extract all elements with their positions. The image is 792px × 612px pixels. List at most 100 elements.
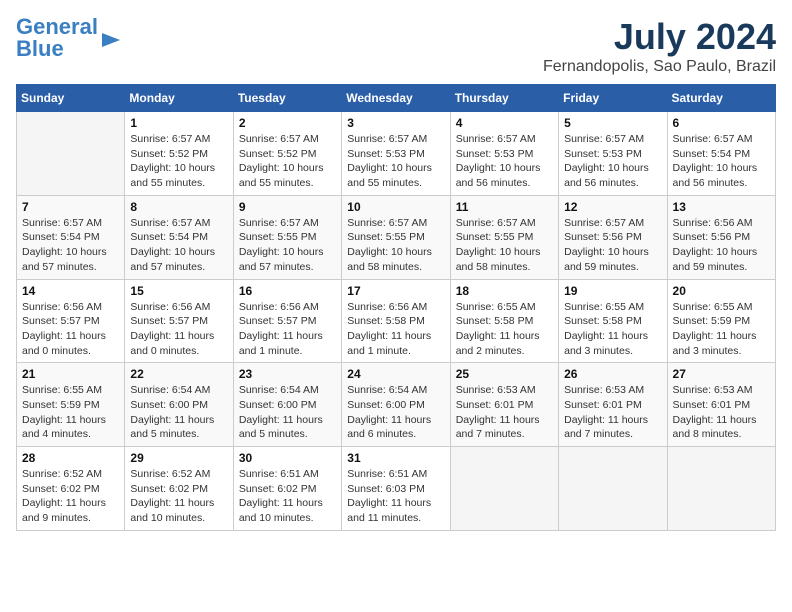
day-number: 17 [347,284,444,298]
day-number: 26 [564,367,661,381]
weekday-header-row: SundayMondayTuesdayWednesdayThursdayFrid… [17,85,776,112]
calendar-cell: 9 Sunrise: 6:57 AM Sunset: 5:55 PM Daylig… [233,195,341,279]
calendar-cell: 16Sunrise: 6:56 AM Sunset: 5:57 PM Dayli… [233,279,341,363]
day-number: 24 [347,367,444,381]
day-number: 25 [456,367,553,381]
day-number: 16 [239,284,336,298]
calendar-cell [667,447,775,531]
weekday-header-thursday: Thursday [450,85,558,112]
day-info: Sunrise: 6:55 AM Sunset: 5:59 PM Dayligh… [673,300,770,359]
day-info: Sunrise: 6:52 AM Sunset: 6:02 PM Dayligh… [22,467,119,526]
calendar-cell: 31 Sunrise: 6:51 AM Sunset: 6:03 PM Dayli… [342,447,450,531]
day-info: Sunrise: 6:55 AM Sunset: 5:58 PM Dayligh… [456,300,553,359]
day-info: Sunrise: 6:56 AM Sunset: 5:57 PM Dayligh… [130,300,227,359]
day-number: 12 [564,200,661,214]
day-info: Sunrise: 6:55 AM Sunset: 5:58 PM Dayligh… [564,300,661,359]
day-info: Sunrise: 6:57 AM Sunset: 5:54 PM Dayligh… [130,216,227,275]
day-number: 1 [130,116,227,130]
calendar-cell: 28 Sunrise: 6:52 AM Sunset: 6:02 PM Dayli… [17,447,125,531]
calendar-cell: 4 Sunrise: 6:57 AM Sunset: 5:53 PM Daylig… [450,112,558,196]
week-row-2: 7 Sunrise: 6:57 AM Sunset: 5:54 PM Daylig… [17,195,776,279]
day-number: 5 [564,116,661,130]
weekday-header-wednesday: Wednesday [342,85,450,112]
day-number: 18 [456,284,553,298]
week-row-1: 1 Sunrise: 6:57 AM Sunset: 5:52 PM Daylig… [17,112,776,196]
calendar-cell: 18 Sunrise: 6:55 AM Sunset: 5:58 PM Dayli… [450,279,558,363]
month-year: July 2024 [543,16,776,58]
calendar-cell: 22Sunrise: 6:54 AM Sunset: 6:00 PM Dayli… [125,363,233,447]
calendar-cell: 15 Sunrise: 6:56 AM Sunset: 5:57 PM Dayli… [125,279,233,363]
weekday-header-sunday: Sunday [17,85,125,112]
weekday-header-friday: Friday [559,85,667,112]
page-header: GeneralBlue July 2024 Fernandopolis, Sao… [16,16,776,76]
calendar-cell: 23 Sunrise: 6:54 AM Sunset: 6:00 PM Dayli… [233,363,341,447]
title-block: July 2024 Fernandopolis, Sao Paulo, Braz… [543,16,776,76]
day-info: Sunrise: 6:51 AM Sunset: 6:02 PM Dayligh… [239,467,336,526]
day-info: Sunrise: 6:51 AM Sunset: 6:03 PM Dayligh… [347,467,444,526]
day-number: 13 [673,200,770,214]
weekday-header-monday: Monday [125,85,233,112]
calendar-cell: 27 Sunrise: 6:53 AM Sunset: 6:01 PM Dayli… [667,363,775,447]
day-info: Sunrise: 6:57 AM Sunset: 5:56 PM Dayligh… [564,216,661,275]
day-info: Sunrise: 6:54 AM Sunset: 6:00 PM Dayligh… [239,383,336,442]
week-row-4: 21Sunrise: 6:55 AM Sunset: 5:59 PM Dayli… [17,363,776,447]
day-number: 27 [673,367,770,381]
week-row-3: 14Sunrise: 6:56 AM Sunset: 5:57 PM Dayli… [17,279,776,363]
logo-text: GeneralBlue [16,16,98,60]
day-number: 8 [130,200,227,214]
day-number: 19 [564,284,661,298]
logo: GeneralBlue [16,16,122,60]
day-number: 20 [673,284,770,298]
calendar-cell: 5 Sunrise: 6:57 AM Sunset: 5:53 PM Daylig… [559,112,667,196]
day-info: Sunrise: 6:57 AM Sunset: 5:53 PM Dayligh… [347,132,444,191]
calendar-cell: 26 Sunrise: 6:53 AM Sunset: 6:01 PM Dayli… [559,363,667,447]
calendar-cell: 19 Sunrise: 6:55 AM Sunset: 5:58 PM Dayli… [559,279,667,363]
day-number: 21 [22,367,119,381]
calendar-cell: 29 Sunrise: 6:52 AM Sunset: 6:02 PM Dayli… [125,447,233,531]
day-info: Sunrise: 6:54 AM Sunset: 6:00 PM Dayligh… [347,383,444,442]
calendar-cell: 1Sunrise: 6:57 AM Sunset: 5:52 PM Daylig… [125,112,233,196]
calendar-cell: 12 Sunrise: 6:57 AM Sunset: 5:56 PM Dayli… [559,195,667,279]
day-number: 28 [22,451,119,465]
calendar-cell: 17Sunrise: 6:56 AM Sunset: 5:58 PM Dayli… [342,279,450,363]
calendar-cell: 21Sunrise: 6:55 AM Sunset: 5:59 PM Dayli… [17,363,125,447]
day-info: Sunrise: 6:53 AM Sunset: 6:01 PM Dayligh… [564,383,661,442]
calendar-cell: 24 Sunrise: 6:54 AM Sunset: 6:00 PM Dayli… [342,363,450,447]
logo-arrow-icon [100,29,122,51]
calendar-cell [450,447,558,531]
day-number: 2 [239,116,336,130]
calendar-cell [559,447,667,531]
calendar-cell: 8 Sunrise: 6:57 AM Sunset: 5:54 PM Daylig… [125,195,233,279]
day-info: Sunrise: 6:57 AM Sunset: 5:54 PM Dayligh… [673,132,770,191]
day-number: 11 [456,200,553,214]
calendar-cell [17,112,125,196]
day-number: 3 [347,116,444,130]
day-info: Sunrise: 6:52 AM Sunset: 6:02 PM Dayligh… [130,467,227,526]
calendar-cell: 6Sunrise: 6:57 AM Sunset: 5:54 PM Daylig… [667,112,775,196]
weekday-header-tuesday: Tuesday [233,85,341,112]
day-number: 7 [22,200,119,214]
day-number: 31 [347,451,444,465]
calendar-cell: 13 Sunrise: 6:56 AM Sunset: 5:56 PM Dayli… [667,195,775,279]
day-info: Sunrise: 6:53 AM Sunset: 6:01 PM Dayligh… [456,383,553,442]
day-info: Sunrise: 6:53 AM Sunset: 6:01 PM Dayligh… [673,383,770,442]
calendar-cell: 10 Sunrise: 6:57 AM Sunset: 5:55 PM Dayli… [342,195,450,279]
day-number: 30 [239,451,336,465]
day-number: 29 [130,451,227,465]
day-info: Sunrise: 6:57 AM Sunset: 5:53 PM Dayligh… [456,132,553,191]
day-info: Sunrise: 6:57 AM Sunset: 5:55 PM Dayligh… [347,216,444,275]
day-number: 4 [456,116,553,130]
day-number: 10 [347,200,444,214]
day-info: Sunrise: 6:56 AM Sunset: 5:57 PM Dayligh… [22,300,119,359]
day-number: 9 [239,200,336,214]
calendar-cell: 20 Sunrise: 6:55 AM Sunset: 5:59 PM Dayli… [667,279,775,363]
day-info: Sunrise: 6:54 AM Sunset: 6:00 PM Dayligh… [130,383,227,442]
day-number: 23 [239,367,336,381]
day-info: Sunrise: 6:56 AM Sunset: 5:56 PM Dayligh… [673,216,770,275]
day-info: Sunrise: 6:57 AM Sunset: 5:55 PM Dayligh… [239,216,336,275]
day-info: Sunrise: 6:57 AM Sunset: 5:53 PM Dayligh… [564,132,661,191]
day-number: 15 [130,284,227,298]
day-info: Sunrise: 6:57 AM Sunset: 5:52 PM Dayligh… [239,132,336,191]
calendar-cell: 25 Sunrise: 6:53 AM Sunset: 6:01 PM Dayli… [450,363,558,447]
calendar-cell: 30 Sunrise: 6:51 AM Sunset: 6:02 PM Dayli… [233,447,341,531]
